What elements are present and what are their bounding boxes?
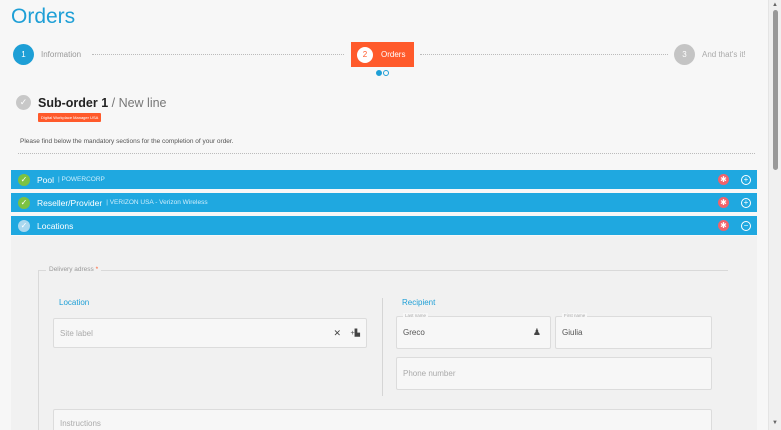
first-name-input[interactable]: First name Giulia [555, 313, 712, 349]
suborder-title-sub: / New line [108, 96, 167, 110]
site-label-input[interactable]: Site label ✕ +▙ [53, 318, 367, 348]
check-icon: ✓ [18, 173, 30, 186]
pager-dot-active[interactable] [376, 70, 382, 76]
suborder-title: Sub-order 1 / New line [38, 96, 167, 110]
suborder-description: Please find below the mandatory sections… [20, 138, 234, 145]
step-orders[interactable]: 2 Orders [351, 42, 414, 67]
first-name-value: Giulia [562, 328, 583, 337]
delivery-address-legend: Delivery adress * [46, 266, 102, 273]
section-name: Pool [37, 174, 55, 185]
suborder-pager [376, 70, 389, 76]
last-name-label: Last name [403, 313, 429, 318]
scroll-down-arrow-icon[interactable]: ▼ [772, 420, 778, 426]
person-search-icon[interactable]: ♟ [533, 327, 541, 338]
step-label: Orders [381, 50, 406, 59]
section-name: Locations [37, 220, 74, 231]
step-label: And that's it! [702, 50, 746, 59]
recipient-title: Recipient [402, 298, 436, 307]
required-mark: * [95, 266, 99, 273]
suborder-title-main: Sub-order 1 [38, 96, 109, 110]
step-number: 1 [13, 44, 34, 65]
suborder-check-icon: ✓ [16, 95, 31, 110]
step-number: 3 [674, 44, 695, 65]
instructions-placeholder: Instructions [60, 419, 101, 428]
delivery-address-fieldset [38, 270, 728, 430]
step-number: 2 [357, 46, 373, 63]
section-locations[interactable]: ✓ Locations ✱ − [11, 216, 757, 235]
scroll-thumb[interactable] [773, 10, 778, 170]
stepper-connector [420, 54, 668, 55]
order-stepper: 1 Information 2 Orders 3 And that's it! [0, 40, 768, 80]
instructions-input[interactable]: Instructions [53, 409, 712, 430]
site-label-placeholder: Site label [60, 328, 93, 338]
check-icon: ✓ [18, 219, 30, 232]
required-star-icon: ✱ [718, 174, 729, 185]
check-icon: ✓ [18, 196, 30, 209]
step-information[interactable]: 1 Information [13, 43, 81, 66]
orders-page: Orders 1 Information 2 Orders 3 And that… [0, 0, 768, 430]
expand-plus-icon[interactable]: + [741, 174, 751, 185]
divider [18, 153, 755, 154]
step-done[interactable]: 3 And that's it! [674, 43, 746, 66]
stepper-connector [92, 54, 344, 55]
section-name: Reseller/Provider [37, 197, 103, 208]
phone-number-placeholder: Phone number [403, 369, 456, 378]
section-pool[interactable]: ✓ Pool | POWERCORP ✱ + [11, 170, 757, 189]
last-name-input[interactable]: Last name Greco ♟ [396, 313, 551, 349]
section-value: | VERIZON USA - Verizon Wireless [106, 199, 208, 206]
step-label: Information [41, 50, 82, 59]
legend-text: Delivery adress [49, 266, 94, 273]
clear-icon[interactable]: ✕ [333, 328, 341, 339]
page-title: Orders [11, 5, 76, 28]
column-divider [382, 298, 383, 396]
location-title: Location [59, 298, 90, 307]
scroll-up-arrow-icon[interactable]: ▲ [772, 2, 778, 8]
last-name-value: Greco [403, 328, 425, 337]
page-scrollbar[interactable]: ▲ ▼ [768, 0, 781, 430]
first-name-label: First name [562, 313, 588, 318]
collapse-minus-icon[interactable]: − [741, 220, 751, 231]
pager-dot[interactable] [383, 70, 389, 76]
suborder-badge: Digital Workplace Manager USA [38, 113, 102, 122]
expand-plus-icon[interactable]: + [741, 197, 751, 208]
add-site-icon[interactable]: +▙ [351, 329, 360, 337]
section-reseller-provider[interactable]: ✓ Reseller/Provider | VERIZON USA - Veri… [11, 193, 757, 212]
required-star-icon: ✱ [718, 220, 729, 231]
required-star-icon: ✱ [718, 197, 729, 208]
phone-number-input[interactable]: Phone number [396, 357, 712, 390]
section-value: | POWERCORP [58, 176, 105, 183]
